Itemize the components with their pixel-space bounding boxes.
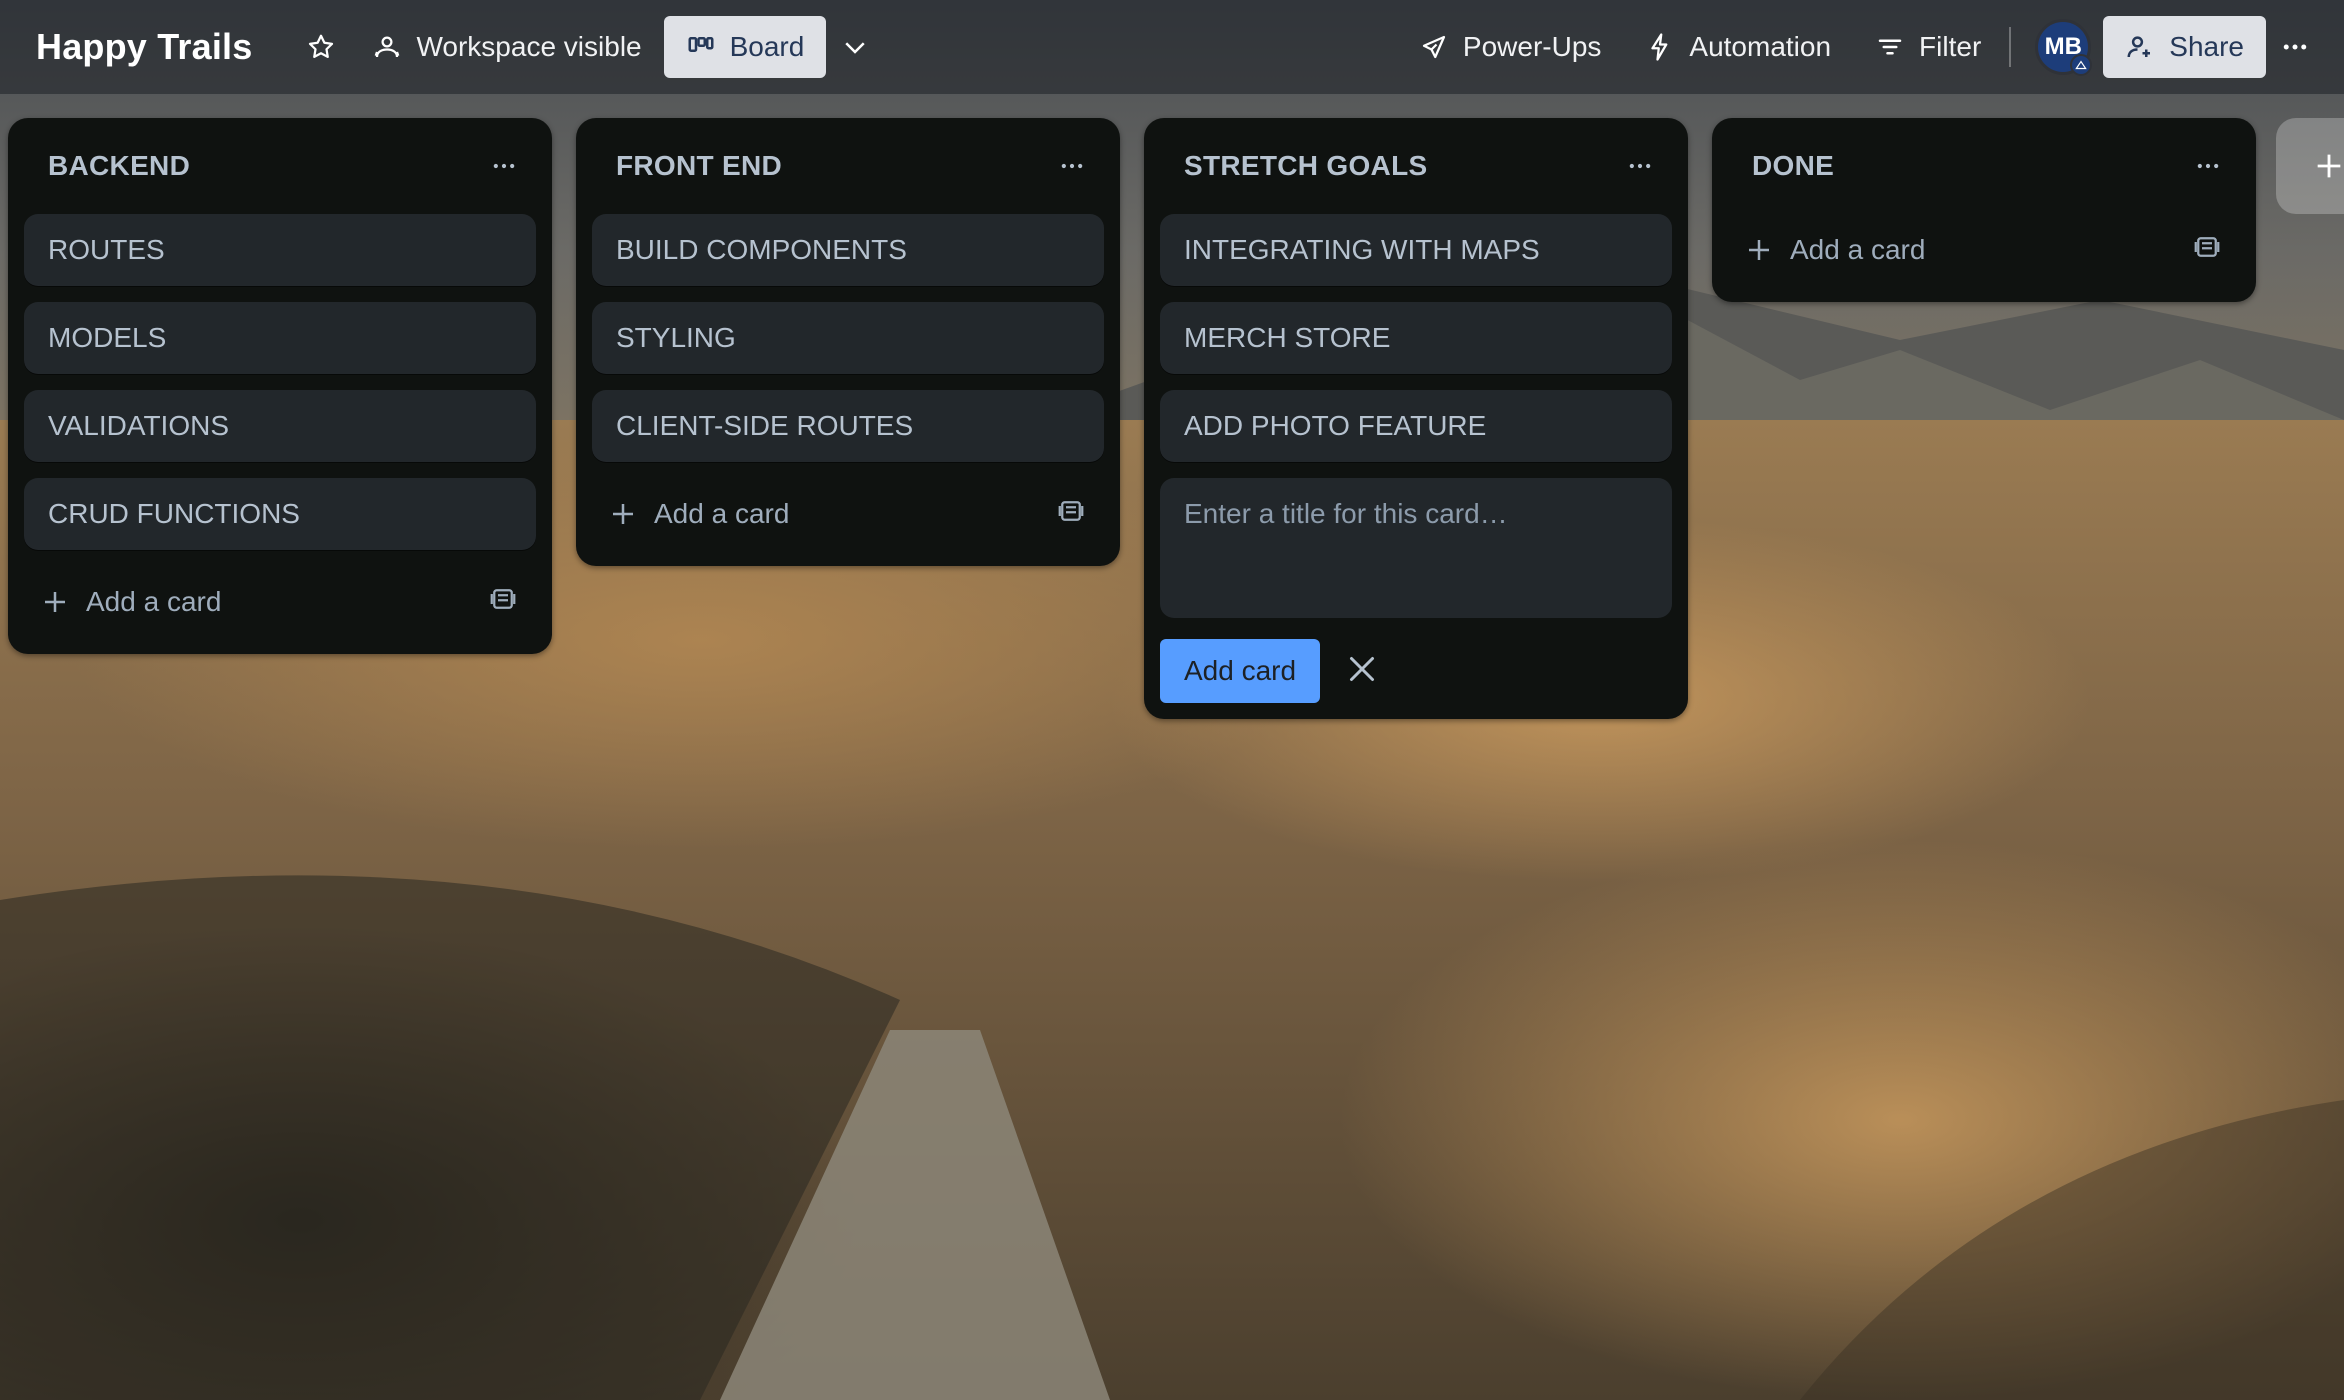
more-icon xyxy=(1061,163,1083,169)
board-title[interactable]: Happy Trails xyxy=(36,26,252,68)
more-icon xyxy=(1629,163,1651,169)
list-backend: BACKEND ROUTES MODELS VALIDATIONS CRUD F… xyxy=(8,118,552,654)
list-title[interactable]: DONE xyxy=(1752,150,1834,182)
header-divider xyxy=(2009,27,2012,67)
close-icon xyxy=(1350,656,1375,681)
new-card-title-input[interactable] xyxy=(1160,478,1672,618)
card[interactable]: MERCH STORE xyxy=(1160,302,1672,374)
list-front-end: FRONT END BUILD COMPONENTS STYLING CLIEN… xyxy=(576,118,1120,566)
list-actions-button[interactable] xyxy=(480,142,528,190)
card[interactable]: CRUD FUNCTIONS xyxy=(24,478,536,550)
card-title: CLIENT-SIDE ROUTES xyxy=(616,410,914,441)
list-header: FRONT END xyxy=(592,118,1104,214)
view-switcher-button[interactable] xyxy=(826,16,884,78)
more-icon xyxy=(493,163,515,169)
composer-actions: Add card xyxy=(1160,639,1672,703)
add-card-label: Add a card xyxy=(1790,234,1926,265)
card[interactable]: ADD PHOTO FEATURE xyxy=(1160,390,1672,462)
board-menu-button[interactable] xyxy=(2266,16,2324,78)
plus-icon xyxy=(2317,154,2341,178)
add-card-button[interactable]: Add a card xyxy=(608,498,789,530)
plus-icon xyxy=(45,592,65,612)
card-title: INTEGRATING WITH MAPS xyxy=(1184,234,1540,265)
list-title[interactable]: FRONT END xyxy=(616,150,782,182)
board-icon xyxy=(688,37,714,52)
share-label: Share xyxy=(2169,31,2244,62)
powerups-label: Power-Ups xyxy=(1462,31,1602,62)
workspace-visibility-button[interactable]: Workspace visible xyxy=(350,16,663,78)
filter-button[interactable]: Filter xyxy=(1853,16,2003,78)
share-button[interactable]: Share xyxy=(2103,16,2266,78)
create-from-template-button[interactable] xyxy=(2192,232,2222,269)
card[interactable]: CLIENT-SIDE ROUTES xyxy=(592,390,1104,462)
add-card-button[interactable]: Add a card xyxy=(1744,234,1925,266)
workspace-visibility-label: Workspace visible xyxy=(416,31,642,62)
card-title: STYLING xyxy=(616,322,736,353)
template-icon xyxy=(1058,500,1084,521)
card-title: CRUD FUNCTIONS xyxy=(48,498,300,529)
add-person-icon xyxy=(2127,36,2151,58)
plus-icon xyxy=(613,504,633,524)
more-icon xyxy=(2283,44,2307,50)
board-view-label: Board xyxy=(729,31,805,62)
create-from-template-button[interactable] xyxy=(1056,496,1086,533)
add-card-submit-button[interactable]: Add card xyxy=(1160,639,1321,703)
powerups-button[interactable]: Power-Ups xyxy=(1397,16,1623,78)
rocket-icon xyxy=(1422,35,1446,59)
filter-icon xyxy=(1878,39,1902,55)
automation-button[interactable]: Automation xyxy=(1623,16,1853,78)
card[interactable]: STYLING xyxy=(592,302,1104,374)
board-view-button[interactable]: Board xyxy=(663,16,827,78)
card[interactable]: VALIDATIONS xyxy=(24,390,536,462)
card-title: BUILD COMPONENTS xyxy=(616,234,907,265)
list-actions-button[interactable] xyxy=(1048,142,1096,190)
plus-icon xyxy=(1749,240,1769,260)
list-stretch-goals: STRETCH GOALS INTEGRATING WITH MAPS MERC… xyxy=(1144,118,1688,719)
people-icon xyxy=(375,36,400,58)
chevron-down-icon xyxy=(845,42,865,54)
template-icon xyxy=(2194,236,2220,257)
list-done: DONE Add a card xyxy=(1712,118,2256,302)
cancel-composer-button[interactable] xyxy=(1344,651,1380,692)
card-title: MODELS xyxy=(48,322,167,353)
card[interactable]: ROUTES xyxy=(24,214,536,286)
list-actions-button[interactable] xyxy=(1616,142,1664,190)
card[interactable]: BUILD COMPONENTS xyxy=(592,214,1104,286)
card-title: MERCH STORE xyxy=(1184,322,1391,353)
filter-label: Filter xyxy=(1919,31,1982,62)
card[interactable]: INTEGRATING WITH MAPS xyxy=(1160,214,1672,286)
card-title: ADD PHOTO FEATURE xyxy=(1184,410,1487,441)
add-card-row: Add a card xyxy=(1728,214,2240,286)
list-header: DONE xyxy=(1728,118,2240,214)
lightning-icon xyxy=(1651,33,1668,61)
list-title[interactable]: BACKEND xyxy=(48,150,190,182)
list-header: BACKEND xyxy=(24,118,536,214)
card[interactable]: MODELS xyxy=(24,302,536,374)
add-list-button[interactable] xyxy=(2276,118,2344,214)
template-icon xyxy=(490,588,516,609)
add-card-label: Add a card xyxy=(86,586,222,617)
add-card-button[interactable]: Add a card xyxy=(40,586,221,618)
star-icon xyxy=(309,34,334,58)
board-header: Happy Trails Workspace visible Board Pow… xyxy=(0,0,2344,94)
card-title: VALIDATIONS xyxy=(48,410,230,441)
create-from-template-button[interactable] xyxy=(488,584,518,621)
avatar[interactable]: MB xyxy=(2035,19,2093,76)
automation-label: Automation xyxy=(1689,31,1832,62)
star-button[interactable] xyxy=(292,16,350,78)
admin-badge-icon xyxy=(2070,54,2093,76)
list-actions-button[interactable] xyxy=(2184,142,2232,190)
more-icon xyxy=(2197,163,2219,169)
add-card-label: Add a card xyxy=(654,498,790,529)
list-title[interactable]: STRETCH GOALS xyxy=(1184,150,1427,182)
add-card-row: Add a card xyxy=(592,478,1104,550)
card-title: ROUTES xyxy=(48,234,165,265)
add-card-row: Add a card xyxy=(24,566,536,638)
list-header: STRETCH GOALS xyxy=(1160,118,1672,214)
